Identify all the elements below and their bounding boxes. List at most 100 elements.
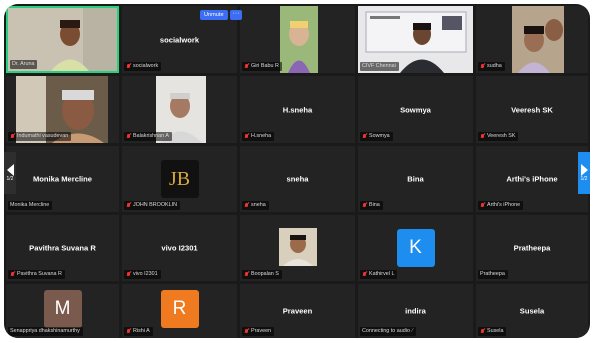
participant-avatar: K [396, 229, 435, 267]
mic-muted-icon [362, 271, 367, 278]
unmute-button[interactable]: Unmute [200, 10, 228, 20]
mic-muted-icon [126, 133, 131, 140]
participant-tile[interactable]: Indumathi vasudevan [6, 76, 119, 143]
participant-name-label: Dr. Aruna [10, 60, 38, 69]
participant-tile[interactable]: Praveen Praveen [240, 284, 355, 338]
mic-muted-icon [10, 271, 15, 278]
participant-tile[interactable]: Susela Susela [476, 284, 588, 338]
participant-tile[interactable]: R Rishi A [122, 284, 237, 338]
arrow-right-icon [580, 164, 588, 176]
page-indicator: 1/2 [580, 176, 588, 182]
participant-name-label: Praveen [242, 327, 275, 336]
participant-tile[interactable]: Pratheepa Pratheepa [476, 215, 588, 281]
participant-video [280, 6, 318, 73]
participant-name: Praveen [282, 306, 313, 316]
participant-name-label: JOHN BROOKLIN [124, 201, 181, 210]
participant-name-label: Monika Mercline [8, 201, 53, 210]
mic-muted-icon [126, 63, 131, 70]
participant-name-label: H.sneha [242, 132, 275, 141]
participant-name: Pratheepa [513, 243, 551, 253]
participant-name: indira [405, 306, 426, 316]
participant-name-label: Rishi A [124, 327, 153, 336]
participant-name-label: sneha [242, 201, 269, 210]
participant-name-label: Connecting to audio ⁄ [360, 327, 416, 336]
participant-video [279, 228, 317, 266]
mic-muted-icon [244, 202, 249, 209]
participant-tile[interactable]: Bina Bina [358, 146, 473, 212]
mic-muted-icon [10, 133, 15, 140]
participant-name: Arthi's iPhone [506, 174, 558, 184]
participant-tile[interactable]: sneha sneha [240, 146, 355, 212]
mic-muted-icon [244, 271, 249, 278]
participant-tile[interactable]: Boopalan S [240, 215, 355, 281]
participant-grid: Dr. Aruna socialwork socialwork Giri Bab… [4, 4, 590, 338]
audio-connecting-icon: ⁄ [411, 328, 413, 334]
participant-tile[interactable]: Monika Mercline Monika Mercline [6, 146, 119, 212]
mic-muted-icon [244, 328, 249, 335]
mic-muted-icon [126, 328, 131, 335]
participant-name: Veeresh SK [511, 105, 553, 114]
participant-name-label: Veeresh SK [478, 132, 519, 141]
participant-name: Pavithra Suvana R [29, 243, 96, 253]
participant-name: vivo I2301 [161, 243, 198, 253]
participant-tile[interactable]: Balakrishnan A [122, 76, 237, 143]
zoom-gallery-window: Dr. Aruna socialwork socialwork Giri Bab… [4, 4, 590, 338]
participant-name-label: Susela [478, 327, 507, 336]
participant-name-label: Giri Babu R [242, 62, 282, 71]
mic-muted-icon [126, 271, 131, 278]
participant-name-label: Balakrishnan A [124, 132, 172, 141]
participant-name-label: Indumathi vasudevan [8, 132, 72, 141]
mic-muted-icon [126, 202, 131, 209]
participant-tile[interactable]: indira Connecting to audio ⁄ [358, 284, 473, 338]
participant-tile[interactable]: Dr. Aruna [6, 6, 119, 73]
participant-name-label: Sowmya [360, 132, 393, 141]
participant-name-label: Arthi's iPhone [478, 201, 524, 210]
participant-tile[interactable]: Giri Babu R [240, 6, 355, 73]
participant-name-label: Pratheepa [478, 270, 508, 279]
participant-name-label: sudha [478, 62, 505, 71]
participant-name-label: Boopalan S [242, 270, 282, 279]
participant-avatar: R [160, 289, 199, 328]
next-page-button[interactable]: 1/2 [578, 152, 590, 194]
participant-avatar: M [43, 289, 82, 328]
page-indicator: 1/2 [6, 176, 14, 182]
participant-name-label: Kathirvel L [360, 270, 398, 279]
participant-tile[interactable]: CIVF Chennai [358, 6, 473, 73]
participant-tile[interactable]: Veeresh SK Veeresh SK [476, 76, 588, 143]
mic-muted-icon [480, 133, 485, 140]
participant-name: sneha [286, 174, 309, 184]
participant-name: H.sneha [282, 105, 313, 114]
participant-name: socialwork [159, 35, 200, 44]
participant-name-label: Pavithra Suvana R [8, 270, 65, 279]
participant-tile[interactable]: M Senappriya dhakshinamurthy [6, 284, 119, 338]
participant-name: Susela [519, 306, 545, 316]
mic-muted-icon [480, 202, 485, 209]
more-options-button[interactable]: ··· [230, 10, 242, 20]
participant-name-label: socialwork [124, 62, 162, 71]
participant-name-label: vivo I2301 [124, 270, 161, 279]
participant-tile[interactable]: K Kathirvel L [358, 215, 473, 281]
participant-name: Bina [407, 174, 424, 184]
participant-name: Sowmya [400, 105, 431, 114]
participant-tile[interactable]: Pavithra Suvana R Pavithra Suvana R [6, 215, 119, 281]
participant-name: Monika Mercline [32, 174, 93, 184]
arrow-left-icon [6, 164, 14, 176]
participant-tile[interactable]: Arthi's iPhone Arthi's iPhone [476, 146, 588, 212]
mic-muted-icon [244, 133, 249, 140]
participant-name-label: Senappriya dhakshinamurthy [8, 327, 83, 336]
participant-tile[interactable]: H.sneha H.sneha [240, 76, 355, 143]
participant-avatar: JB [160, 160, 199, 198]
mic-muted-icon [480, 328, 485, 335]
participant-tile[interactable]: vivo I2301 vivo I2301 [122, 215, 237, 281]
participant-video [512, 6, 564, 73]
participant-name-label: Bina [360, 201, 383, 210]
participant-name-label: CIVF Chennai [360, 62, 399, 71]
participant-tile[interactable]: Sowmya Sowmya [358, 76, 473, 143]
mic-muted-icon [480, 63, 485, 70]
mic-muted-icon [244, 63, 249, 70]
participant-tile[interactable]: sudha [476, 6, 588, 73]
participant-tile[interactable]: JB JOHN BROOKLIN [122, 146, 237, 212]
previous-page-button[interactable]: 1/2 [4, 152, 16, 194]
mic-muted-icon [362, 202, 367, 209]
mic-muted-icon [362, 133, 367, 140]
